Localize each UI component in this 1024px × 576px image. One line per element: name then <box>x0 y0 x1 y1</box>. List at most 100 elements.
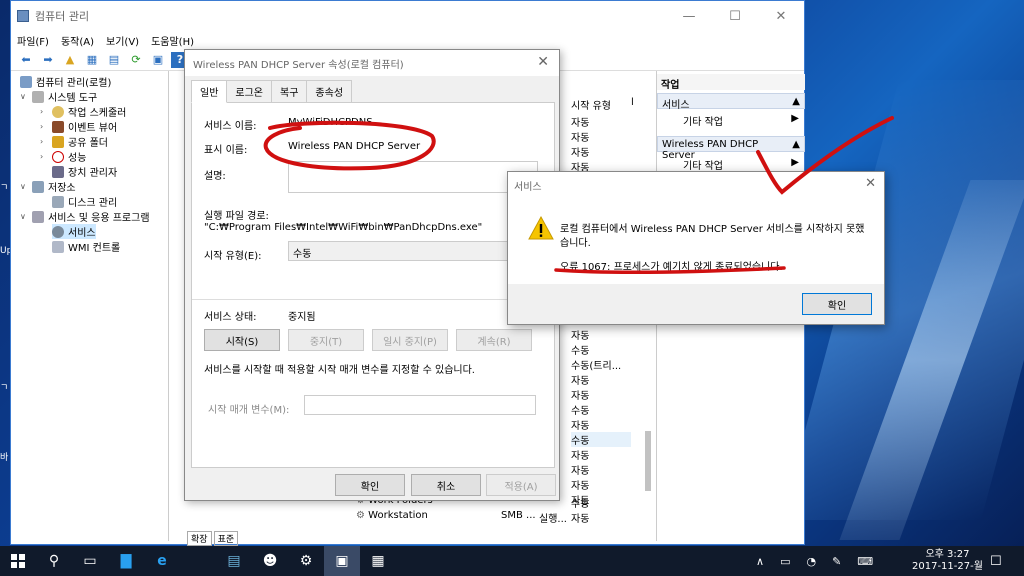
system-tray: ∧ ▭ ◔ ✎ ⌨ <box>756 546 873 576</box>
chevron-right-icon[interactable]: › <box>40 137 50 146</box>
file-explorer-icon[interactable]: ▤ <box>216 546 252 576</box>
start-params-input[interactable] <box>304 395 536 415</box>
tree-item-services-and-apps[interactable]: ∨ 서비스 및 응용 프로그램 <box>20 209 150 224</box>
close-icon[interactable]: ✕ <box>865 176 876 191</box>
tab-recovery[interactable]: 복구 <box>271 80 308 103</box>
menu-file[interactable]: 파일(F) <box>11 31 55 49</box>
computer-management-taskbar-icon[interactable]: ▣ <box>324 546 360 576</box>
close-icon[interactable]: ✕ <box>537 54 549 70</box>
store-icon[interactable]: ▇ <box>108 546 144 576</box>
resume-button[interactable]: 계속(R) <box>456 329 532 351</box>
chevron-up-icon[interactable]: ∧ <box>756 555 764 568</box>
internet-explorer-icon[interactable]: e <box>144 546 180 576</box>
battery-icon[interactable]: ▭ <box>780 555 790 568</box>
settings-gear-icon[interactable]: ⚙ <box>288 546 324 576</box>
pause-button[interactable]: 일시 중지(P) <box>372 329 448 351</box>
wifi-icon[interactable]: ◔ <box>806 555 816 568</box>
back-arrow-icon[interactable]: ⬅ <box>17 52 35 68</box>
tree-item-shared-folders[interactable]: › 공유 폴더 <box>40 134 108 149</box>
menu-action[interactable]: 동작(A) <box>55 31 100 49</box>
divider <box>192 299 554 300</box>
startup-cell: 자동 <box>571 451 590 462</box>
start-button[interactable]: 시작(S) <box>204 329 280 351</box>
tree-item-task-scheduler[interactable]: › 작업 스케줄러 <box>40 104 126 119</box>
tab-logon[interactable]: 로그온 <box>226 80 273 103</box>
scrollbar-thumb[interactable] <box>645 431 651 491</box>
dialog-title-bar[interactable]: Wireless PAN DHCP Server 속성(로컬 컴퓨터) <box>185 50 559 76</box>
actions-group-services[interactable]: 서비스 ▲ <box>657 93 805 111</box>
tree-label: 이벤트 뷰어 <box>68 123 118 134</box>
column-header-startup-type[interactable]: 시작 유형 <box>571 97 611 112</box>
chevron-right-icon[interactable]: › <box>40 152 50 161</box>
chevron-down-icon[interactable]: ∨ <box>20 182 30 191</box>
message-title-bar[interactable]: 서비스 <box>508 172 884 198</box>
gear-icon: ⚙ <box>356 510 365 521</box>
action-more-actions[interactable]: 기타 작업 ▶ <box>657 111 805 128</box>
show-hide-tree-icon[interactable]: ▦ <box>83 52 101 68</box>
ok-button[interactable]: 확인 <box>802 293 872 315</box>
display-name-field[interactable]: Wireless PAN DHCP Server <box>288 141 420 152</box>
up-folder-icon[interactable]: ▲ <box>61 52 79 68</box>
tree-item-event-viewer[interactable]: › 이벤트 뷰어 <box>40 119 117 134</box>
column-header-logon[interactable]: l <box>631 97 634 108</box>
desktop-icon-label[interactable]: ㄱ <box>0 380 8 393</box>
startup-type-select[interactable]: 수동 <box>288 241 542 261</box>
close-icon[interactable]: ✕ <box>758 1 804 31</box>
tree-item-disk-management[interactable]: 디스크 관리 <box>52 194 117 209</box>
description-field[interactable] <box>288 161 538 193</box>
ok-button[interactable]: 확인 <box>335 474 405 496</box>
tab-general[interactable]: 일반 <box>191 80 228 103</box>
minimize-icon[interactable]: — <box>666 1 712 31</box>
export-list-icon[interactable]: ▣ <box>149 52 167 68</box>
collapse-up-icon[interactable]: ▲ <box>792 96 800 107</box>
cancel-button[interactable]: 취소 <box>411 474 481 496</box>
notification-icon[interactable]: ☐ <box>990 546 1002 576</box>
tree-item-performance[interactable]: › 성능 <box>40 149 86 164</box>
tree-item-system-tools[interactable]: ∨ 시스템 도구 <box>20 89 97 104</box>
services-taskbar-icon[interactable]: ▦ <box>360 546 396 576</box>
chevron-right-icon[interactable]: › <box>40 107 50 116</box>
people-app-icon[interactable]: ☻ <box>252 546 288 576</box>
chevron-down-icon[interactable]: ∨ <box>20 92 30 101</box>
clock[interactable]: 오후 3:27 2017-11-27-월 <box>912 546 983 576</box>
tab-extended[interactable]: 확장 <box>187 531 212 546</box>
tree-item-wmi-control[interactable]: WMI 컨트롤 <box>52 239 120 254</box>
stop-button[interactable]: 중지(T) <box>288 329 364 351</box>
startup-cell: 수동(트리... <box>571 361 622 372</box>
tab-standard[interactable]: 표준 <box>213 531 239 546</box>
maximize-icon[interactable]: ☐ <box>712 1 758 31</box>
menu-help[interactable]: 도움말(H) <box>145 31 200 49</box>
collapse-up-icon[interactable]: ▲ <box>792 139 800 150</box>
menu-view[interactable]: 보기(V) <box>100 31 145 49</box>
chevron-right-icon[interactable]: › <box>40 122 50 131</box>
keyboard-icon[interactable]: ⌨ <box>857 555 873 568</box>
tree-label: 시스템 도구 <box>48 93 98 104</box>
startup-cell: 수동 <box>571 499 590 510</box>
tree-item-storage[interactable]: ∨ 저장소 <box>20 179 76 194</box>
shared-folder-icon <box>52 135 64 148</box>
tree-item-services[interactable]: 서비스 <box>52 224 96 239</box>
action-more-actions[interactable]: 기타 작업 ▶ <box>657 155 805 172</box>
windows-start-icon[interactable] <box>0 546 36 576</box>
refresh-icon[interactable]: ⟳ <box>127 52 145 68</box>
search-icon[interactable]: ⚲ <box>36 546 72 576</box>
properties-icon[interactable]: ▤ <box>105 52 123 68</box>
forward-arrow-icon[interactable]: ➡ <box>39 52 57 68</box>
view-tabs: 확장 표준 <box>187 531 239 546</box>
startup-cell: 자동 <box>571 421 590 432</box>
tree-label: 성능 <box>68 153 87 164</box>
tree-item-computer-management[interactable]: 컴퓨터 관리(로컬) <box>20 74 111 89</box>
startup-type-label: 시작 유형(E): <box>204 251 262 262</box>
computer-management-icon <box>20 75 32 88</box>
task-view-icon[interactable]: ▭ <box>72 546 108 576</box>
start-params-label: 시작 매개 변수(M): <box>208 405 290 416</box>
desktop-icon-label[interactable]: 바 <box>0 450 8 463</box>
actions-group-selected-service[interactable]: Wireless PAN DHCP Server ▲ <box>657 136 805 161</box>
tab-dependencies[interactable]: 종속성 <box>306 80 353 103</box>
desktop-icon-label[interactable]: ㄱ <box>0 180 8 193</box>
tree-item-device-manager[interactable]: 장치 관리자 <box>52 164 117 179</box>
apply-button[interactable]: 적용(A) <box>486 474 556 496</box>
chevron-down-icon[interactable]: ∨ <box>20 212 30 221</box>
pen-icon[interactable]: ✎ <box>832 555 841 568</box>
list-item[interactable]: ⚙ Workstation <box>356 510 428 521</box>
